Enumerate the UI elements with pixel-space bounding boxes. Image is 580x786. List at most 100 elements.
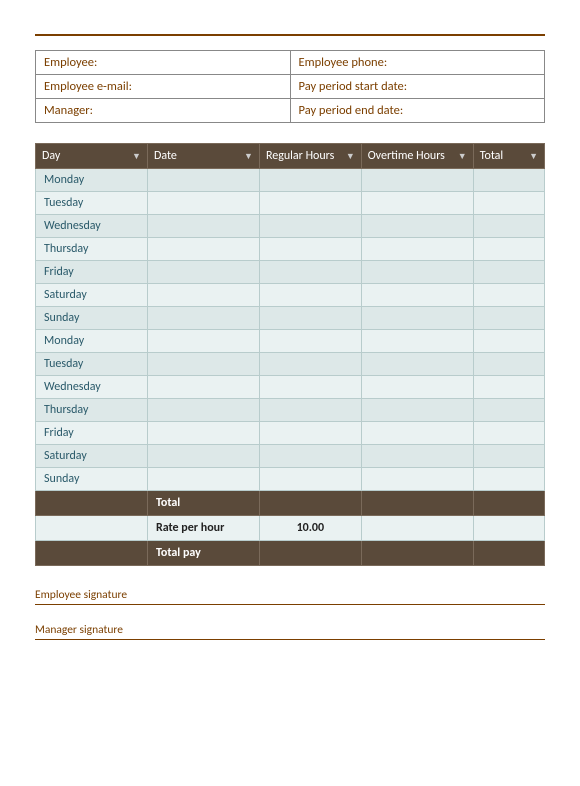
total-pay-row: Total pay xyxy=(36,541,545,566)
rate-empty-1 xyxy=(36,516,148,541)
table-row: Sunday xyxy=(36,468,545,491)
day-cell: Sunday xyxy=(36,468,148,491)
overtime-cell[interactable] xyxy=(361,468,473,491)
total-cell xyxy=(473,376,544,399)
day-cell: Wednesday xyxy=(36,215,148,238)
table-row: Friday xyxy=(36,422,545,445)
regular-cell[interactable] xyxy=(259,261,361,284)
table-row: Saturday xyxy=(36,284,545,307)
th-overtime[interactable]: Overtime Hours ▼ xyxy=(361,144,473,169)
signature-section: Employee signature Manager signature xyxy=(35,588,545,640)
overtime-cell[interactable] xyxy=(361,399,473,422)
day-cell: Friday xyxy=(36,261,148,284)
regular-cell[interactable] xyxy=(259,238,361,261)
day-cell: Monday xyxy=(36,169,148,192)
regular-cell[interactable] xyxy=(259,284,361,307)
total-cell xyxy=(473,169,544,192)
date-cell[interactable] xyxy=(147,468,259,491)
day-cell: Saturday xyxy=(36,445,148,468)
overtime-cell[interactable] xyxy=(361,330,473,353)
regular-cell[interactable] xyxy=(259,169,361,192)
date-cell[interactable] xyxy=(147,169,259,192)
date-cell[interactable] xyxy=(147,422,259,445)
regular-cell[interactable] xyxy=(259,192,361,215)
rate-empty-3 xyxy=(473,516,544,541)
total-empty-1 xyxy=(36,491,148,516)
total-total xyxy=(473,491,544,516)
regular-cell[interactable] xyxy=(259,422,361,445)
table-row: Tuesday xyxy=(36,353,545,376)
total-cell xyxy=(473,307,544,330)
total-cell xyxy=(473,261,544,284)
total-cell xyxy=(473,353,544,376)
date-cell[interactable] xyxy=(147,376,259,399)
th-day[interactable]: Day▼ xyxy=(36,144,148,169)
overtime-cell[interactable] xyxy=(361,261,473,284)
info-right-label: Pay period start date: xyxy=(290,75,545,99)
overtime-cell[interactable] xyxy=(361,376,473,399)
overtime-cell[interactable] xyxy=(361,284,473,307)
overtime-cell[interactable] xyxy=(361,422,473,445)
regular-cell[interactable] xyxy=(259,353,361,376)
total-cell xyxy=(473,284,544,307)
th-label-date: Date xyxy=(154,149,177,163)
total-regular xyxy=(259,491,361,516)
info-row: Employee e-mail: Pay period start date: xyxy=(36,75,545,99)
date-cell[interactable] xyxy=(147,284,259,307)
regular-cell[interactable] xyxy=(259,468,361,491)
totalpay-empty-1 xyxy=(36,541,148,566)
rate-value[interactable]: 10.00 xyxy=(259,516,361,541)
date-cell[interactable] xyxy=(147,261,259,284)
total-overtime xyxy=(361,491,473,516)
total-cell xyxy=(473,445,544,468)
th-date[interactable]: Date▼ xyxy=(147,144,259,169)
th-regular[interactable]: Regular Hours▼ xyxy=(259,144,361,169)
regular-cell[interactable] xyxy=(259,399,361,422)
total-cell xyxy=(473,330,544,353)
th-label-total: Total xyxy=(480,149,503,163)
regular-cell[interactable] xyxy=(259,330,361,353)
info-left-label: Employee: xyxy=(36,51,291,75)
total-label: Total xyxy=(147,491,259,516)
dropdown-arrow-day: ▼ xyxy=(132,151,141,162)
company-divider xyxy=(35,34,545,36)
date-cell[interactable] xyxy=(147,192,259,215)
table-row: Wednesday xyxy=(36,215,545,238)
date-cell[interactable] xyxy=(147,238,259,261)
date-cell[interactable] xyxy=(147,330,259,353)
signature-label: Employee signature xyxy=(35,588,545,602)
date-cell[interactable] xyxy=(147,445,259,468)
table-row: Tuesday xyxy=(36,192,545,215)
date-cell[interactable] xyxy=(147,353,259,376)
total-pay-label: Total pay xyxy=(147,541,259,566)
th-total[interactable]: Total ▼ xyxy=(473,144,544,169)
regular-cell[interactable] xyxy=(259,215,361,238)
day-cell: Friday xyxy=(36,422,148,445)
day-cell: Monday xyxy=(36,330,148,353)
date-cell[interactable] xyxy=(147,307,259,330)
regular-cell[interactable] xyxy=(259,376,361,399)
overtime-cell[interactable] xyxy=(361,353,473,376)
date-cell[interactable] xyxy=(147,399,259,422)
table-row: Wednesday xyxy=(36,376,545,399)
th-label-overtime: Overtime Hours xyxy=(368,149,445,163)
overtime-cell[interactable] xyxy=(361,192,473,215)
regular-cell[interactable] xyxy=(259,307,361,330)
rate-row: Rate per hour 10.00 xyxy=(36,516,545,541)
date-cell[interactable] xyxy=(147,215,259,238)
overtime-cell[interactable] xyxy=(361,445,473,468)
overtime-cell[interactable] xyxy=(361,238,473,261)
overtime-cell[interactable] xyxy=(361,307,473,330)
dropdown-arrow-overtime: ▼ xyxy=(458,151,467,162)
table-row: Monday xyxy=(36,330,545,353)
table-row: Sunday xyxy=(36,307,545,330)
total-cell xyxy=(473,422,544,445)
overtime-cell[interactable] xyxy=(361,169,473,192)
table-row: Monday xyxy=(36,169,545,192)
day-cell: Sunday xyxy=(36,307,148,330)
regular-cell[interactable] xyxy=(259,445,361,468)
overtime-cell[interactable] xyxy=(361,215,473,238)
dropdown-arrow-total: ▼ xyxy=(529,151,538,162)
total-cell xyxy=(473,399,544,422)
info-table: Employee: Employee phone: Employee e-mai… xyxy=(35,50,545,123)
